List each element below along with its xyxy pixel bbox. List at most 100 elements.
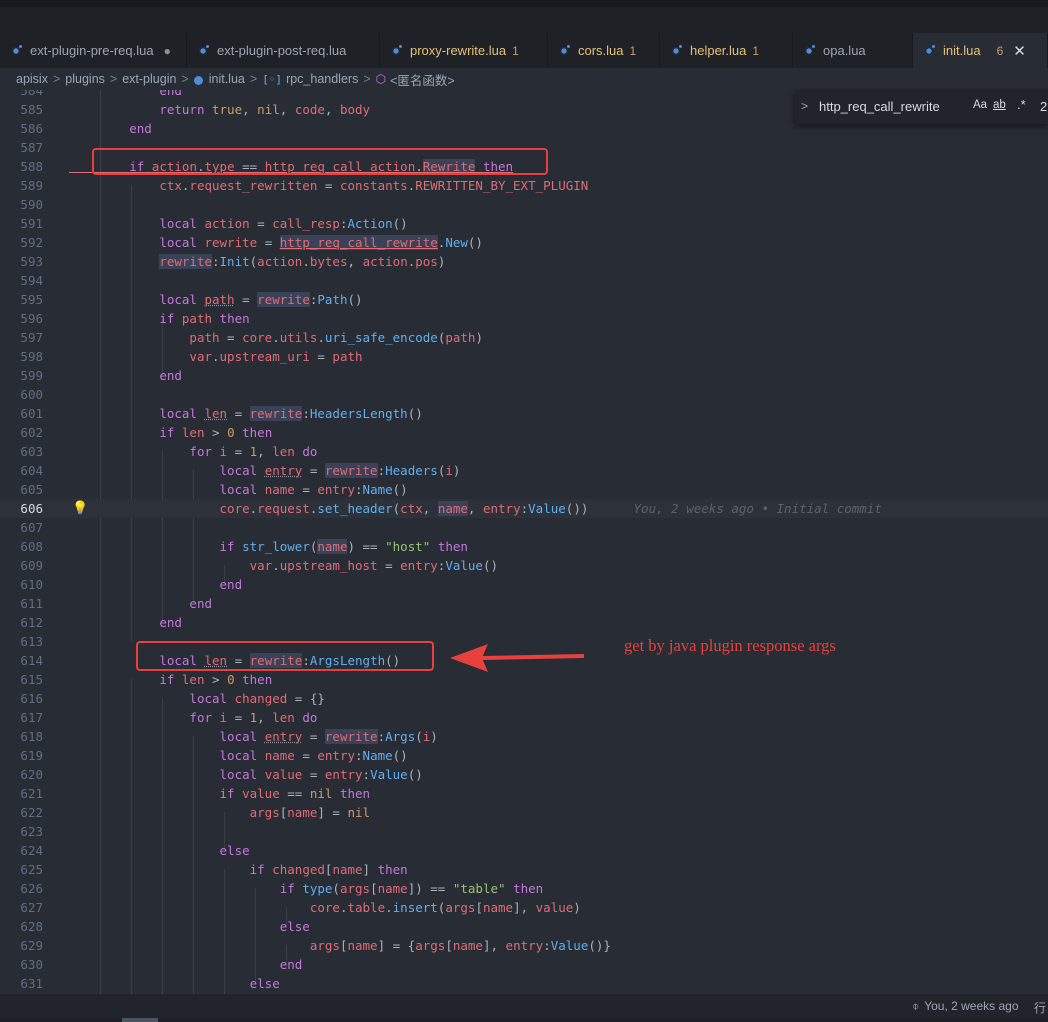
lightbulb-icon[interactable]: 💡 [72,500,88,516]
code-line: 608 if str_lower(name) == "host" then [20,539,468,554]
whole-word-toggle[interactable]: ab [993,99,1006,111]
code-text: if path then [159,311,250,326]
code-text: end [189,596,212,611]
breadcrumb-separator: > [52,72,61,86]
code-text: else [279,919,310,934]
code-line: 603 for i = 1, len do [20,444,318,459]
code-text: if value == nil then [219,786,371,801]
code-line: 600 [20,387,43,402]
code-line: 611 end [20,596,212,611]
tab-ext-plugin-post-req[interactable]: ext-plugin-post-req.lua [187,33,380,68]
code-line: 626 if type(args[name]) == "table" then [20,881,544,896]
breadcrumb: apisix > plugins > ext-plugin > init.lua… [0,68,1048,90]
lua-file-icon [199,45,210,56]
code-text: if len > 0 then [159,425,273,440]
lua-file-icon [193,75,203,85]
git-commit-icon: ⌽ [912,999,920,1013]
tab-opa[interactable]: opa.lua [793,33,913,68]
lua-file-icon [12,45,23,56]
code-text: return true, nil, code, body [159,102,371,117]
scrollbar-thumb[interactable] [122,1018,158,1022]
statusbar-blame[interactable]: ⌽ You, 2 weeks ago [912,999,1019,1014]
code-line: 601 local len = rewrite:HeadersLength() [20,406,423,421]
code-line: 621 if value == nil then [20,786,371,801]
breadcrumb-plugins[interactable]: plugins [65,72,105,86]
code-text: else [249,976,280,991]
code-line: 588 if action.type == http_req_call_acti… [20,159,514,174]
tab-label: opa.lua [823,43,866,58]
code-text: if changed[name] then [249,862,408,877]
close-tab-icon[interactable]: ✕ [1013,42,1026,60]
tab-proxy-rewrite[interactable]: proxy-rewrite.lua 1 [380,33,548,68]
code-text: var.upstream_host = entry:Value() [249,558,499,573]
breadcrumb-symbol[interactable]: rpc_handlers [286,72,358,86]
tab-label: proxy-rewrite.lua [410,43,507,58]
code-line: 589 ctx.request_rewritten = constants.RE… [20,178,589,193]
code-line: 592 local rewrite = http_req_call_rewrit… [20,235,483,250]
code-text: if action.type == http_req_call_action.R… [129,159,514,174]
code-text: local path = rewrite:Path() [159,292,363,307]
code-text: end [159,368,182,383]
code-line: 595 local path = rewrite:Path() [20,292,363,307]
editor-tab-bar: ext-plugin-pre-req.lua ● ext-plugin-post… [0,33,1048,68]
code-text: local action = call_resp:Action() [159,216,408,231]
code-line: 622 args[name] = nil [20,805,371,820]
code-line: 597 path = core.utils.uri_safe_encode(pa… [20,330,483,345]
code-text: local name = entry:Name() [219,482,408,497]
code-text: var.upstream_uri = path [189,349,363,364]
tab-helper[interactable]: helper.lua 1 [660,33,793,68]
statusbar-line-indicator[interactable]: 行 [1034,999,1046,1016]
problem-count-badge: 6 [996,43,1004,58]
function-symbol-icon: ⬡ [375,72,387,86]
toggle-replace-icon[interactable]: > [801,99,808,113]
breadcrumb-ext-plugin[interactable]: ext-plugin [122,72,176,86]
tab-label: cors.lua [578,43,624,58]
code-line: 628 else [20,919,310,934]
tab-label: helper.lua [690,43,747,58]
git-blame-inline: You, 2 weeks ago • Initial commit [633,501,882,516]
code-text: local entry = rewrite:Headers(i) [219,463,461,478]
annotation-text: get by java plugin response args [624,636,836,655]
problem-count-badge: 1 [629,43,637,58]
code-line: 617 for i = 1, len do [20,710,318,725]
code-line: 604 local entry = rewrite:Headers(i) [20,463,461,478]
tab-ext-plugin-pre-req[interactable]: ext-plugin-pre-req.lua ● [0,33,187,68]
tab-label: ext-plugin-pre-req.lua [30,43,154,58]
breadcrumb-separator: > [181,72,189,86]
annotation-arrow [450,644,585,672]
find-result-count: 2 [1040,99,1048,114]
code-line: 587 [20,140,43,155]
code-text: end [279,957,303,972]
code-line: 612 end [20,615,182,630]
tab-init[interactable]: init.lua 6 ✕ [913,33,1048,68]
title-bar [0,0,1048,33]
code-text: for i = 1, len do [189,444,318,459]
match-case-toggle[interactable]: Aa [973,99,987,111]
code-text: if str_lower(name) == "host" then [219,539,468,554]
horizontal-scrollbar[interactable] [0,1018,1048,1022]
find-input[interactable]: http_req_call_rewrite [819,99,940,114]
problem-count-badge: 1 [512,43,519,58]
breadcrumb-separator: > [109,72,118,86]
breadcrumb-function[interactable]: <匿名函数> [390,70,455,89]
breadcrumb-file[interactable]: init.lua [209,72,245,86]
code-text: args[name] = {args[name], entry:Value()} [309,938,611,953]
code-line: 630 end [20,957,303,972]
code-text: for i = 1, len do [189,710,318,725]
code-text: end [219,577,243,592]
code-line: 605 local name = entry:Name() [20,482,408,497]
unsaved-dot-icon[interactable]: ● [164,44,171,58]
lua-file-icon [672,45,683,56]
breadcrumb-separator: > [363,72,371,86]
breadcrumb-apisix[interactable]: apisix [16,72,48,86]
regex-toggle[interactable]: .* [1017,97,1026,112]
code-text: core.request.set_header(ctx, name, entry… [219,501,882,516]
code-text: rewrite:Init(action.bytes, action.pos) [159,254,446,269]
tab-cors[interactable]: cors.lua 1 [548,33,660,68]
code-editor[interactable]: 584 end 585 return true, nil, code, body… [0,90,1048,994]
code-text: local len = rewrite:HeadersLength() [159,406,423,421]
arrow-shaft [481,654,585,660]
code-line: 616 local changed = {} [20,691,325,706]
code-text: end [129,121,152,136]
code-text: local entry = rewrite:Args(i) [219,729,438,744]
